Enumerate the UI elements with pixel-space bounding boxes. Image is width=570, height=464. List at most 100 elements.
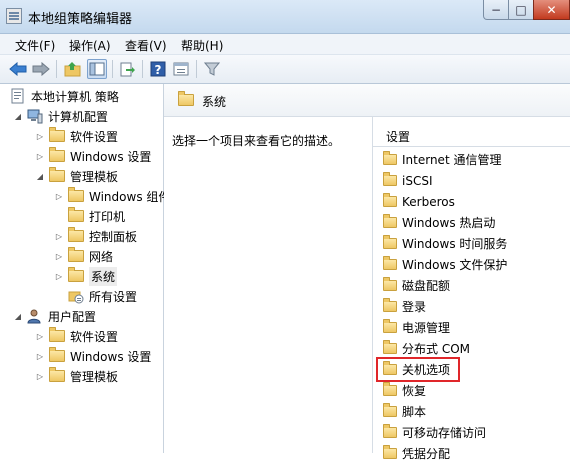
folder-icon xyxy=(49,327,65,342)
expand-triangle-icon[interactable]: ▷ xyxy=(34,352,46,361)
menu-view[interactable]: 查看(V) xyxy=(125,37,167,54)
folder-icon xyxy=(49,147,65,162)
expand-triangle-icon[interactable]: ▷ xyxy=(53,192,65,201)
folder-icon xyxy=(383,424,397,438)
tree-label: 管理模板 xyxy=(70,369,119,384)
list-item[interactable]: 凭据分配 xyxy=(383,443,450,464)
details-area: 系统 选择一个项目来查看它的描述。 设置 Internet 通信管理 iSCSI… xyxy=(164,84,570,461)
list-item[interactable]: 脚本 xyxy=(383,401,426,422)
title-bar: 本地组策略编辑器 − □ ✕ xyxy=(0,0,570,34)
tree-item-user-config[interactable]: ◢ 用户配置 xyxy=(12,306,96,326)
list-item[interactable]: 登录 xyxy=(383,296,426,317)
collapse-triangle-icon[interactable]: ◢ xyxy=(12,112,24,121)
highlight-box xyxy=(376,357,460,382)
tree-item-system[interactable]: ▷ 系统 xyxy=(53,266,118,286)
tree-item-user-admin-templates[interactable]: ▷ 管理模板 xyxy=(34,366,118,386)
list-item[interactable]: iSCSI xyxy=(383,170,433,191)
description-text: 选择一个项目来查看它的描述。 xyxy=(172,134,341,148)
list-item[interactable]: 磁盘配额 xyxy=(383,275,450,296)
properties-icon[interactable] xyxy=(171,59,191,79)
tree-label: 本地计算机 策略 xyxy=(31,89,119,104)
expand-triangle-icon[interactable]: ▷ xyxy=(34,372,46,381)
column-header-label: 设置 xyxy=(386,130,411,144)
tree-item-control-panel[interactable]: ▷ 控制面板 xyxy=(53,226,137,246)
settings-list[interactable]: 设置 Internet 通信管理 iSCSI Kerberos Windows … xyxy=(372,116,570,461)
folder-icon xyxy=(383,445,397,459)
tree-item-printers[interactable]: 打印机 xyxy=(53,206,125,226)
tree-item-software-settings[interactable]: ▷ 软件设置 xyxy=(34,126,118,146)
tree-item-root[interactable]: 本地计算机 策略 xyxy=(10,86,119,106)
up-folder-icon[interactable] xyxy=(63,59,83,79)
folder-icon xyxy=(383,319,397,333)
tree-label: 控制面板 xyxy=(89,229,138,244)
expand-triangle-icon[interactable]: ▷ xyxy=(34,152,46,161)
tree-item-network[interactable]: ▷ 网络 xyxy=(53,246,113,266)
tree-item-admin-templates[interactable]: ◢ 管理模板 xyxy=(34,166,118,186)
menu-file[interactable]: 文件(F) xyxy=(15,37,55,54)
folder-icon xyxy=(383,382,397,396)
back-arrow-icon[interactable] xyxy=(8,59,28,79)
list-item[interactable]: Windows 文件保护 xyxy=(383,254,507,275)
expand-triangle-icon[interactable]: ▷ xyxy=(34,332,46,341)
expand-triangle-icon[interactable]: ▷ xyxy=(53,252,65,261)
list-item[interactable]: 分布式 COM xyxy=(383,338,470,359)
folder-icon xyxy=(68,267,84,282)
tree-item-user-software-settings[interactable]: ▷ 软件设置 xyxy=(34,326,118,346)
menu-bar: 文件(F) 操作(A) 查看(V) 帮助(H) xyxy=(0,34,570,55)
export-list-icon[interactable] xyxy=(117,59,137,79)
collapse-triangle-icon[interactable]: ◢ xyxy=(12,312,24,321)
folder-icon xyxy=(383,214,397,228)
folder-icon xyxy=(68,247,84,262)
expand-triangle-icon[interactable]: ▷ xyxy=(34,132,46,141)
tree-item-computer-config[interactable]: ◢ 计算机配置 xyxy=(12,106,108,126)
menu-action[interactable]: 操作(A) xyxy=(69,37,111,54)
computer-icon xyxy=(27,108,43,124)
group-policy-app-icon xyxy=(6,8,22,24)
folder-icon xyxy=(49,347,65,362)
list-item[interactable]: Windows 热启动 xyxy=(383,212,495,233)
list-item[interactable]: 电源管理 xyxy=(383,317,450,338)
expand-triangle-icon[interactable]: ▷ xyxy=(53,272,65,281)
maximize-button[interactable]: □ xyxy=(508,0,534,20)
tree-label: 管理模板 xyxy=(70,169,119,184)
collapse-triangle-icon[interactable]: ◢ xyxy=(34,172,46,181)
folder-icon xyxy=(383,193,397,207)
expand-triangle-icon[interactable]: ▷ xyxy=(53,232,65,241)
column-header-setting[interactable]: 设置 xyxy=(373,122,570,147)
list-item[interactable]: Kerberos xyxy=(383,191,455,212)
show-tree-icon[interactable] xyxy=(87,59,107,79)
pane-title: 系统 xyxy=(202,95,227,109)
folder-icon xyxy=(49,127,65,142)
list-item[interactable]: 恢复 xyxy=(383,380,426,401)
forward-arrow-icon[interactable] xyxy=(31,59,51,79)
help-icon[interactable]: ? xyxy=(148,59,168,79)
tree-item-all-settings[interactable]: 所有设置 xyxy=(53,286,137,306)
folder-icon xyxy=(383,277,397,291)
folder-icon xyxy=(383,403,397,417)
svg-text:?: ? xyxy=(155,63,162,77)
filter-icon[interactable] xyxy=(202,59,222,79)
user-icon xyxy=(27,308,43,324)
tree-pane[interactable]: 本地计算机 策略 ◢ 计算机配置 ▷ 软件设置 ▷ Windows 设置 ◢ 管… xyxy=(4,84,170,453)
list-item[interactable]: 可移动存储访问 xyxy=(383,422,486,443)
folder-icon xyxy=(49,367,65,382)
list-item[interactable]: Internet 通信管理 xyxy=(383,149,501,170)
tree-label: 网络 xyxy=(89,249,114,264)
folder-icon xyxy=(68,227,84,242)
tree-label: 软件设置 xyxy=(70,329,119,344)
document-policy-icon xyxy=(10,88,26,104)
tree-label: Windows 设置 xyxy=(70,349,152,364)
window-title: 本地组策略编辑器 xyxy=(28,12,133,27)
minimize-button[interactable]: − xyxy=(483,0,509,20)
tree-label: 软件设置 xyxy=(70,129,119,144)
close-button[interactable]: ✕ xyxy=(533,0,570,20)
folder-icon xyxy=(383,298,397,312)
list-item[interactable]: Windows 时间服务 xyxy=(383,233,507,254)
tree-item-windows-settings[interactable]: ▷ Windows 设置 xyxy=(34,146,151,166)
folder-icon xyxy=(383,172,397,186)
tree-item-windows-components[interactable]: ▷ Windows 组件 xyxy=(53,186,170,206)
tree-label: 用户配置 xyxy=(48,309,97,324)
tree-label: 所有设置 xyxy=(89,289,138,304)
menu-help[interactable]: 帮助(H) xyxy=(181,37,223,54)
tree-item-user-windows-settings[interactable]: ▷ Windows 设置 xyxy=(34,346,151,366)
